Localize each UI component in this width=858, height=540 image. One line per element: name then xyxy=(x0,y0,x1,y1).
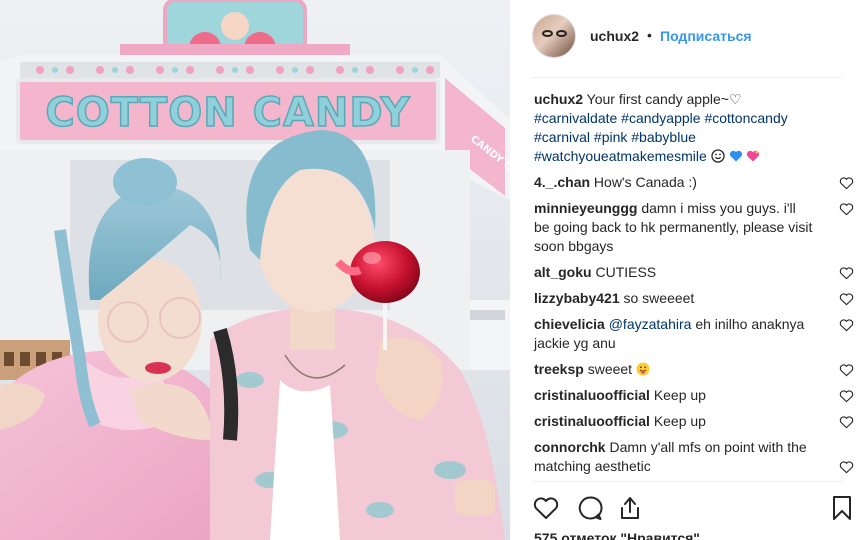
comment-username[interactable]: chievelicia xyxy=(534,316,605,332)
share-icon[interactable] xyxy=(616,494,644,522)
comment-text: so sweeeet xyxy=(623,290,695,306)
tongue-emoji-icon xyxy=(636,362,650,376)
post-header: uchux2 • Подписаться xyxy=(510,0,858,78)
post-caption: uchux2 Your first candy apple~♡ #carniva… xyxy=(534,90,854,166)
comments-list: uchux2 Your first candy apple~♡ #carniva… xyxy=(534,90,854,476)
comment-item: lizzybaby421 so sweeeet xyxy=(534,289,854,308)
avatar[interactable] xyxy=(532,14,576,58)
post-side-panel: uchux2 • Подписаться uchux2 Your first c… xyxy=(510,0,858,540)
caption-text: Your first candy apple~♡ xyxy=(586,91,742,107)
caption-hashtags[interactable]: #carnivaldate #candyapple #cottoncandy xyxy=(534,109,854,128)
header-separator: • xyxy=(647,27,652,43)
smile-emoji-icon xyxy=(710,149,725,163)
comment-text: Keep up xyxy=(653,387,706,403)
post-photo[interactable]: COTTON CANDY CANDY COTTON xyxy=(0,0,510,540)
likes-count[interactable]: 575 отметок "Нравится" xyxy=(534,530,700,540)
caption-hashtags[interactable]: #watchyoueatmakemesmile xyxy=(534,148,707,164)
comment-like-heart-icon[interactable] xyxy=(839,292,854,306)
comment-mention[interactable]: @fayzatahira xyxy=(609,316,692,332)
post-actions xyxy=(532,494,851,526)
comment-item: alt_goku CUTIESS xyxy=(534,263,854,282)
comment-text: sweeet xyxy=(587,361,633,377)
comment-text: How's Canada :) xyxy=(593,174,697,190)
comment-icon[interactable] xyxy=(576,494,604,522)
actions-divider xyxy=(532,481,842,482)
blue-heart-emoji-icon xyxy=(729,150,742,162)
comment-like-heart-icon[interactable] xyxy=(839,460,854,474)
comment-like-heart-icon[interactable] xyxy=(839,318,854,332)
bookmark-icon[interactable] xyxy=(828,494,856,522)
comment-like-heart-icon[interactable] xyxy=(839,266,854,280)
sparkling-heart-emoji-icon xyxy=(747,150,760,162)
caption-hashtags[interactable]: #carnival #pink #babyblue xyxy=(534,128,854,147)
like-heart-icon[interactable] xyxy=(532,494,560,522)
comment-item: chievelicia @fayzatahira eh inilho anakn… xyxy=(534,315,854,353)
comment-like-heart-icon[interactable] xyxy=(839,415,854,429)
comment-username[interactable]: cristinaluoofficial xyxy=(534,387,650,403)
comment-like-heart-icon[interactable] xyxy=(839,176,854,190)
comment-like-heart-icon[interactable] xyxy=(839,202,854,216)
comment-like-heart-icon[interactable] xyxy=(839,389,854,403)
comment-username[interactable]: 4._.chan xyxy=(534,174,590,190)
comment-text: Keep up xyxy=(653,413,706,429)
caption-username[interactable]: uchux2 xyxy=(534,91,583,107)
comment-like-heart-icon[interactable] xyxy=(839,363,854,377)
comment-item: minnieyeunggg damn i miss you guys. i'll… xyxy=(534,199,854,256)
header-divider xyxy=(532,77,842,78)
comment-item: treeksp sweeet xyxy=(534,360,854,379)
comment-item: cristinaluoofficial Keep up xyxy=(534,412,854,431)
booth-sign-text: COTTON CANDY xyxy=(45,90,410,136)
comment-item: connorchk Damn y'all mfs on point with t… xyxy=(534,438,854,476)
comment-username[interactable]: alt_goku xyxy=(534,264,592,280)
comment-username[interactable]: minnieyeunggg xyxy=(534,200,637,216)
comment-item: 4._.chan How's Canada :) xyxy=(534,173,854,192)
comment-username[interactable]: lizzybaby421 xyxy=(534,290,620,306)
comment-username[interactable]: connorchk xyxy=(534,439,606,455)
comment-text: CUTIESS xyxy=(595,264,657,280)
comment-item: cristinaluoofficial Keep up xyxy=(534,386,854,405)
comment-username[interactable]: cristinaluoofficial xyxy=(534,413,650,429)
header-username[interactable]: uchux2 xyxy=(590,28,639,44)
follow-button[interactable]: Подписаться xyxy=(660,28,752,44)
comment-username[interactable]: treeksp xyxy=(534,361,584,377)
